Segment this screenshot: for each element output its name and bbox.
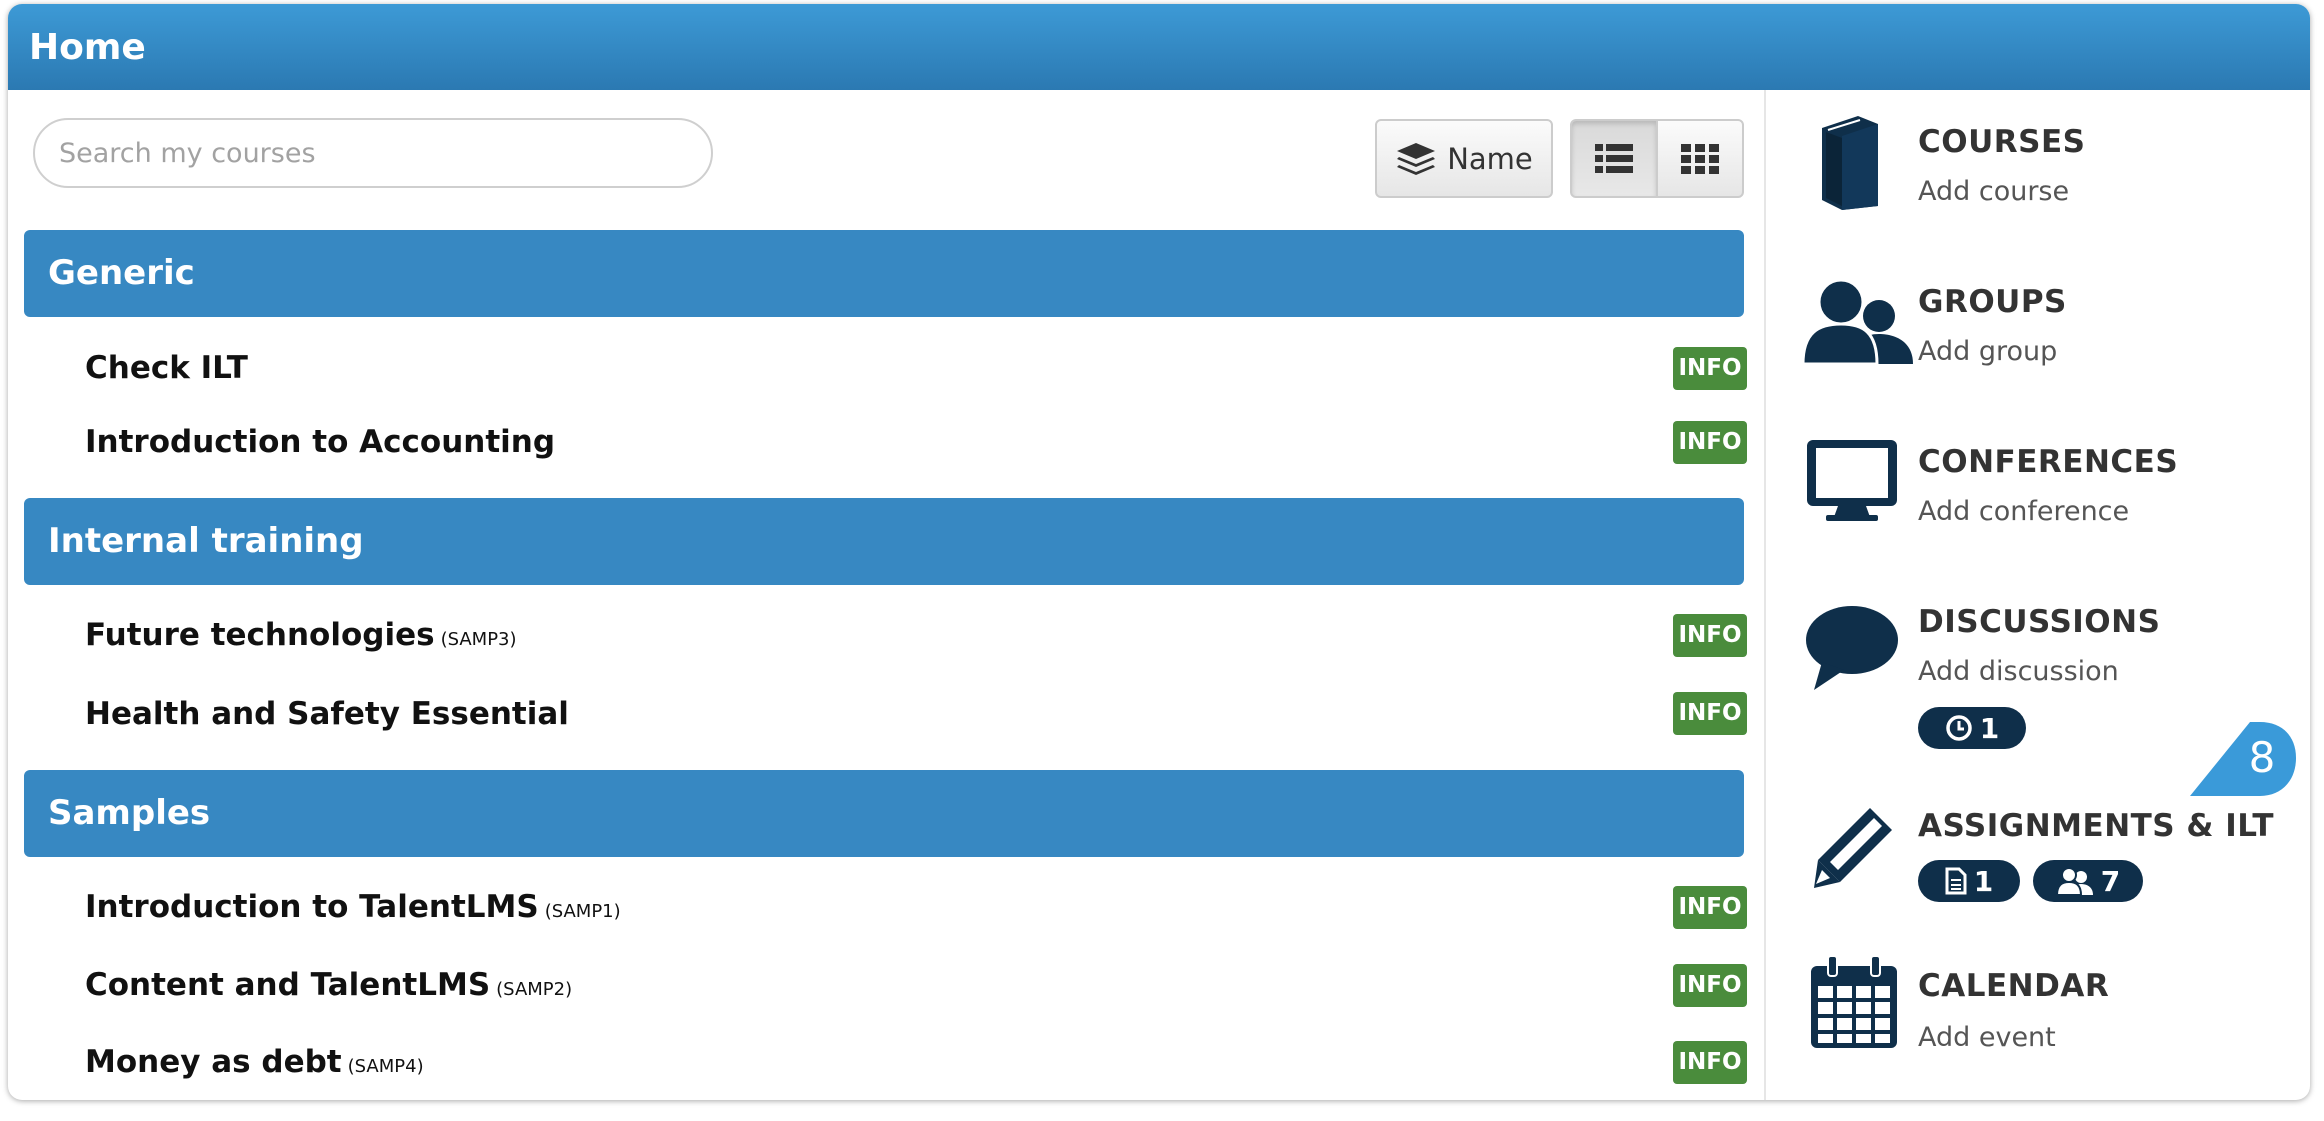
pending-discussions-count: 1 (1979, 711, 2000, 745)
course-name: Content and TalentLMS (85, 967, 491, 1003)
course-name: Health and Safety Essential (85, 696, 569, 732)
course-code: (SAMP2) (496, 979, 573, 1000)
file-icon (1945, 867, 1967, 895)
course-item-money-as-debt[interactable]: Money as debt (SAMP4) (85, 1044, 424, 1080)
assignments-count: 1 (1973, 864, 1994, 898)
add-course-link[interactable]: Add course (1918, 176, 2069, 207)
layers-icon (1397, 142, 1436, 175)
ilt-badge[interactable]: 7 (2033, 860, 2143, 902)
monitor-icon[interactable] (1804, 437, 1900, 523)
assignments-ilt-title[interactable]: ASSIGNMENTS & ILT (1918, 808, 2274, 844)
info-badge[interactable]: INFO (1673, 1041, 1747, 1084)
category-header-internal-training[interactable]: Internal training (24, 498, 1744, 585)
tour-step-number: 8 (2248, 733, 2276, 782)
info-badge[interactable]: INFO (1673, 692, 1747, 735)
page-title: Home (8, 4, 2310, 90)
info-badge[interactable]: INFO (1673, 886, 1747, 929)
course-item-future-technologies[interactable]: Future technologies (SAMP3) (85, 617, 517, 653)
info-badge[interactable]: INFO (1673, 347, 1747, 390)
list-icon (1595, 143, 1633, 173)
users-icon[interactable] (1803, 274, 1915, 364)
clock-icon (1946, 715, 1972, 741)
courses-title[interactable]: COURSES (1918, 124, 2085, 160)
groups-title[interactable]: GROUPS (1918, 284, 2067, 320)
grid-view-button[interactable] (1656, 119, 1744, 198)
column-divider (1764, 90, 1766, 1100)
assignments-badge[interactable]: 1 (1918, 860, 2020, 902)
pencil-icon[interactable] (1810, 804, 1896, 890)
course-code: (SAMP3) (440, 629, 517, 650)
info-badge[interactable]: INFO (1673, 421, 1747, 464)
add-event-link[interactable]: Add event (1918, 1022, 2056, 1053)
users-icon (2055, 867, 2093, 895)
calendar-title[interactable]: CALENDAR (1918, 968, 2109, 1004)
calendar-icon[interactable] (1808, 954, 1900, 1050)
course-code: (SAMP4) (347, 1056, 424, 1077)
course-item-check-ilt[interactable]: Check ILT (85, 350, 248, 386)
course-name: Money as debt (85, 1044, 342, 1080)
home-panel: Home Name Generic Check ILT INFO Introdu… (8, 4, 2310, 1100)
course-name: Introduction to TalentLMS (85, 889, 539, 925)
book-icon[interactable] (1816, 114, 1888, 212)
info-badge[interactable]: INFO (1673, 964, 1747, 1007)
search-input[interactable] (33, 118, 713, 188)
course-item-introduction-to-accounting[interactable]: Introduction to Accounting (85, 424, 555, 460)
info-badge[interactable]: INFO (1673, 614, 1747, 657)
grid-icon (1681, 143, 1719, 174)
add-group-link[interactable]: Add group (1918, 336, 2057, 367)
course-name: Check ILT (85, 350, 248, 386)
course-name: Introduction to Accounting (85, 424, 556, 460)
conferences-title[interactable]: CONFERENCES (1918, 444, 2178, 480)
course-name: Future technologies (85, 617, 435, 653)
discussions-title[interactable]: DISCUSSIONS (1918, 604, 2160, 640)
add-discussion-link[interactable]: Add discussion (1918, 656, 2119, 687)
course-item-introduction-to-talentlms[interactable]: Introduction to TalentLMS (SAMP1) (85, 889, 621, 925)
category-header-generic[interactable]: Generic (24, 230, 1744, 317)
course-code: (SAMP1) (544, 901, 621, 922)
pending-discussions-badge[interactable]: 1 (1918, 707, 2026, 749)
sort-label: Name (1447, 141, 1533, 176)
add-conference-link[interactable]: Add conference (1918, 496, 2129, 527)
category-header-samples[interactable]: Samples (24, 770, 1744, 857)
ilt-count: 7 (2100, 864, 2121, 898)
list-view-button[interactable] (1570, 119, 1658, 198)
course-item-content-and-talentlms[interactable]: Content and TalentLMS (SAMP2) (85, 967, 572, 1003)
sort-by-name-button[interactable]: Name (1375, 119, 1553, 198)
comment-icon[interactable] (1804, 604, 1900, 694)
course-item-health-and-safety-essential[interactable]: Health and Safety Essential (85, 696, 569, 732)
